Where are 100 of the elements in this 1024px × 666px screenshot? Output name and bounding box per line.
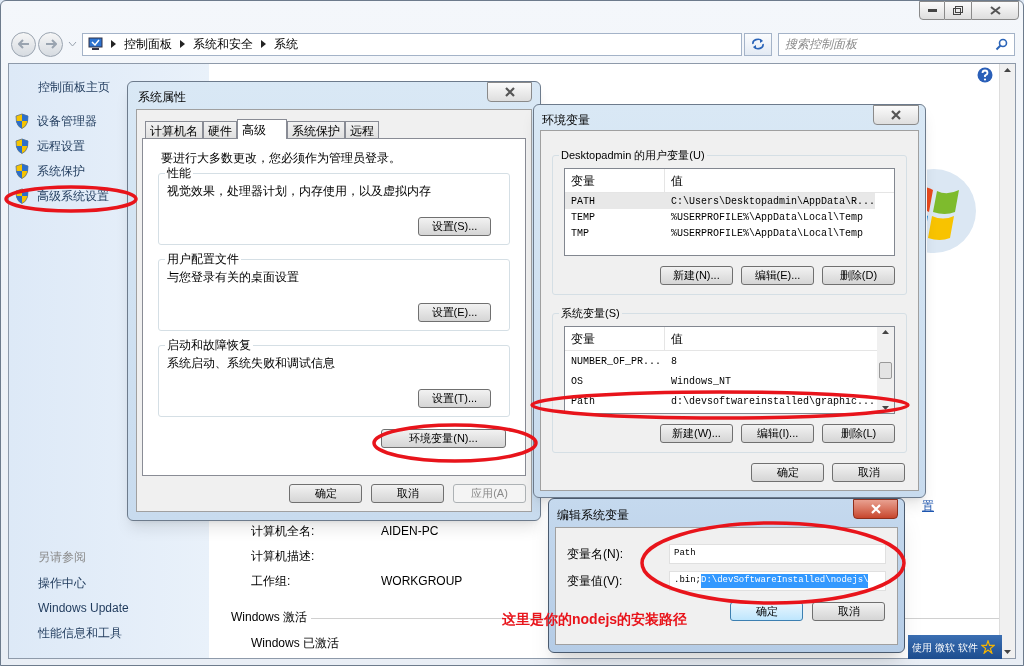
dialog-button[interactable]: 编辑(E)...: [741, 266, 814, 285]
badge-text: 软件: [958, 640, 978, 655]
group-description: 视觉效果，处理器计划，内存使用，以及虚拟内存: [167, 183, 432, 200]
maximize-button[interactable]: [945, 1, 971, 20]
shield-icon: [15, 138, 29, 154]
refresh-button[interactable]: [744, 32, 772, 56]
dialog-button[interactable]: 取消: [371, 484, 444, 503]
sidebar-link[interactable]: 系统保护: [37, 162, 85, 180]
dialog-button[interactable]: 环境变量(N)...: [381, 429, 506, 448]
dialog-button[interactable]: 确定: [751, 463, 824, 482]
column-header[interactable]: 变量: [565, 169, 665, 192]
dialog-button[interactable]: 删除(D): [822, 266, 895, 285]
group-title: 用户配置文件: [165, 252, 241, 266]
variable-value: %USERPROFILE%\AppData\Local\Temp: [670, 226, 865, 241]
input-field[interactable]: Path: [669, 544, 886, 564]
variable-row[interactable]: TMP %USERPROFILE%\AppData\Local\Temp: [565, 225, 876, 241]
genuine-software-badge[interactable]: 使用 微软 软件: [908, 635, 1002, 659]
dialog-button[interactable]: 删除(L): [822, 424, 895, 443]
variable-value: C:\Users\Desktopadmin\AppData\R...: [670, 194, 876, 209]
variable-name: OS: [570, 374, 584, 389]
help-icon[interactable]: [977, 67, 993, 83]
tab[interactable]: 计算机名: [145, 121, 203, 138]
section-heading: 另请参阅: [38, 549, 87, 566]
chevron-icon[interactable]: [180, 40, 185, 48]
dialog-button[interactable]: 新建(W)...: [660, 424, 733, 443]
group-description: 与您登录有关的桌面设置: [167, 269, 300, 286]
scrollbar[interactable]: [877, 327, 894, 413]
search-placeholder: 搜索控制面板: [785, 36, 859, 53]
breadcrumb[interactable]: 控制面板: [124, 35, 172, 53]
column-header[interactable]: 值: [665, 169, 876, 192]
star-icon: [981, 640, 995, 654]
group-title: Desktopadmin 的用户变量(U): [559, 148, 707, 162]
field-label: 变量值(V):: [567, 573, 624, 590]
minimize-icon: [927, 9, 937, 12]
breadcrumb[interactable]: 系统和安全: [193, 35, 253, 53]
minimize-button[interactable]: [919, 1, 945, 20]
variable-row[interactable]: PATH C:\Users\Desktopadmin\AppData\R...: [565, 193, 876, 209]
dialog-button[interactable]: 设置(T)...: [418, 389, 491, 408]
tab[interactable]: 系统保护: [287, 121, 345, 138]
variable-name: NUMBER_OF_PR...: [570, 354, 662, 369]
chevron-icon[interactable]: [261, 40, 266, 48]
activation-status: Windows 已激活: [251, 635, 339, 652]
dialog-button[interactable]: 编辑(I)...: [741, 424, 814, 443]
field-label: 计算机描述:: [250, 548, 316, 565]
tab[interactable]: 硬件: [203, 121, 237, 138]
up-arrow-icon: [1004, 68, 1011, 72]
variable-row[interactable]: TEMP %USERPROFILE%\AppData\Local\Temp: [565, 209, 876, 225]
sidebar-link[interactable]: 操作中心: [38, 574, 209, 592]
variable-value: %USERPROFILE%\AppData\Local\Temp: [670, 210, 865, 225]
sidebar-link[interactable]: Windows Update: [38, 599, 209, 617]
tab[interactable]: 远程: [345, 121, 379, 138]
close-button[interactable]: [873, 105, 919, 125]
dialog-button[interactable]: 新建(N)...: [660, 266, 733, 285]
variable-name: TMP: [570, 226, 590, 241]
field-label: 工作组:: [250, 573, 292, 590]
sidebar-link[interactable]: 性能信息和工具: [38, 624, 209, 642]
dialog-button[interactable]: 设置(S)...: [418, 217, 491, 236]
up-arrow-icon: [882, 330, 889, 334]
badge-text: 使用: [912, 640, 932, 655]
variable-row[interactable]: NUMBER_OF_PR... 8: [565, 351, 877, 371]
field-value: WORKGROUP: [381, 573, 463, 590]
tab[interactable]: 高级: [237, 119, 287, 139]
sidebar-link[interactable]: 远程设置: [37, 137, 85, 155]
variable-name: PATH: [570, 194, 596, 209]
sidebar-link[interactable]: 设备管理器: [37, 112, 97, 130]
chevron-icon[interactable]: [111, 40, 116, 48]
close-icon: [869, 504, 882, 514]
dialog-title: 系统属性: [138, 89, 186, 106]
column-header[interactable]: 变量: [565, 327, 665, 350]
address-bar[interactable]: 控制面板 系统和安全 系统: [82, 32, 742, 56]
close-button[interactable]: [853, 499, 898, 519]
close-button[interactable]: [487, 82, 532, 102]
column-header[interactable]: 值: [665, 327, 877, 350]
variable-row[interactable]: OS Windows_NT: [565, 371, 877, 391]
breadcrumb[interactable]: 系统: [274, 35, 298, 53]
variable-value: d:\devsoftwareinstalled\graphic...: [670, 394, 877, 409]
scrollbar[interactable]: [999, 64, 1015, 658]
down-arrow-icon: [882, 406, 889, 410]
search-icon: [995, 37, 1008, 51]
close-icon: [989, 6, 1001, 15]
search-field[interactable]: 搜索控制面板: [778, 32, 1015, 56]
field-label: 计算机全名:: [250, 523, 316, 540]
dialog-button[interactable]: 设置(E)...: [418, 303, 491, 322]
dialog-button[interactable]: 取消: [832, 463, 905, 482]
dialog-title: 环境变量: [542, 112, 590, 129]
shield-icon: [15, 163, 29, 179]
shield-icon: [15, 113, 29, 129]
shield-icon: [15, 188, 29, 204]
close-icon: [503, 87, 516, 97]
field-label: 变量名(N):: [567, 546, 624, 563]
close-button[interactable]: [971, 1, 1019, 20]
partial-link[interactable]: 置: [922, 497, 934, 515]
dialog-button[interactable]: 确定: [289, 484, 362, 503]
scroll-thumb[interactable]: [879, 361, 892, 379]
dialog-button[interactable]: 取消: [812, 602, 885, 621]
group-title: 启动和故障恢复: [165, 338, 253, 352]
sidebar-link[interactable]: 高级系统设置: [37, 187, 109, 205]
dialog-title: 编辑系统变量: [557, 507, 629, 524]
field-value: AIDEN-PC: [381, 523, 439, 540]
monitor-icon: [87, 37, 103, 51]
